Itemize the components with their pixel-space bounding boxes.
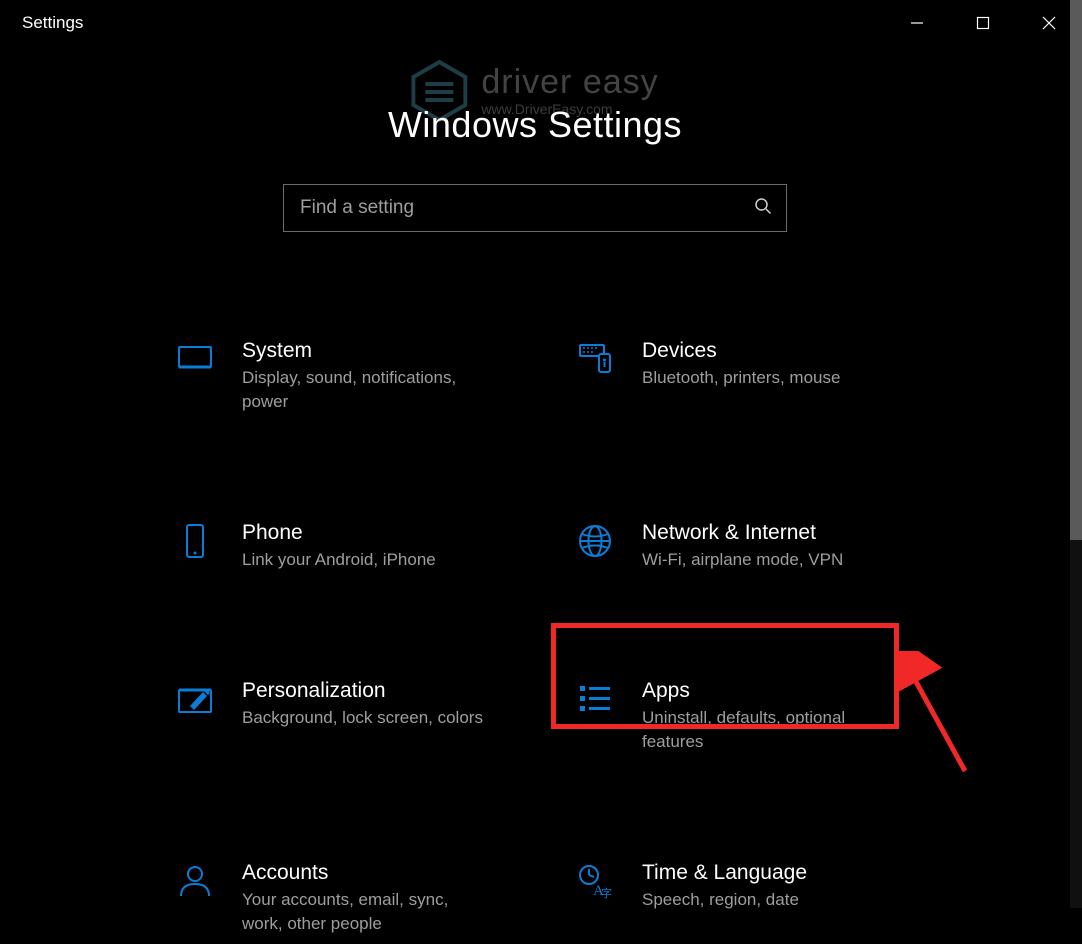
- tile-system[interactable]: System Display, sound, notifications, po…: [168, 330, 528, 422]
- window-title: Settings: [22, 13, 83, 33]
- tile-devices[interactable]: Devices Bluetooth, printers, mouse: [568, 330, 928, 422]
- watermark-text-1: driver easy: [481, 65, 658, 99]
- tile-desc: Background, lock screen, colors: [242, 706, 483, 730]
- tile-desc: Display, sound, notifications, power: [242, 366, 492, 414]
- tile-time-language[interactable]: A 字 Time & Language Speech, region, date: [568, 852, 928, 944]
- page-title: Windows Settings: [0, 104, 1070, 146]
- apps-icon: [576, 680, 614, 754]
- search-icon: [754, 197, 772, 220]
- close-icon: [1042, 16, 1056, 30]
- personalization-icon: [176, 680, 214, 754]
- network-icon: [576, 522, 614, 572]
- settings-grid: System Display, sound, notifications, po…: [168, 330, 928, 944]
- tile-phone[interactable]: Phone Link your Android, iPhone: [168, 512, 528, 580]
- tile-desc: Your accounts, email, sync, work, other …: [242, 888, 492, 936]
- maximize-icon: [976, 16, 990, 30]
- time-language-icon: A 字: [576, 862, 614, 936]
- tile-desc: Link your Android, iPhone: [242, 548, 436, 572]
- tile-desc: Uninstall, defaults, optional features: [642, 706, 892, 754]
- tile-label: Accounts: [242, 860, 492, 886]
- scrollbar-thumb[interactable]: [1070, 0, 1082, 540]
- minimize-button[interactable]: [884, 0, 950, 46]
- tile-label: System: [242, 338, 492, 364]
- content-area: driver easy www.DriverEasy.com Windows S…: [0, 46, 1070, 908]
- tile-network[interactable]: Network & Internet Wi-Fi, airplane mode,…: [568, 512, 928, 580]
- tile-label: Phone: [242, 520, 436, 546]
- vertical-scrollbar[interactable]: [1070, 0, 1082, 908]
- tile-label: Personalization: [242, 678, 483, 704]
- search-box[interactable]: [283, 184, 787, 232]
- tile-personalization[interactable]: Personalization Background, lock screen,…: [168, 670, 528, 762]
- tile-label: Time & Language: [642, 860, 807, 886]
- window-controls: [884, 0, 1082, 46]
- tile-accounts[interactable]: Accounts Your accounts, email, sync, wor…: [168, 852, 528, 944]
- minimize-icon: [910, 16, 924, 30]
- phone-icon: [176, 522, 214, 572]
- tile-desc: Bluetooth, printers, mouse: [642, 366, 840, 390]
- tile-desc: Speech, region, date: [642, 888, 807, 912]
- search-input[interactable]: [298, 196, 754, 220]
- tile-apps[interactable]: Apps Uninstall, defaults, optional featu…: [568, 670, 928, 762]
- titlebar: Settings: [0, 0, 1082, 46]
- devices-icon: [576, 340, 614, 414]
- accounts-icon: [176, 862, 214, 936]
- tile-label: Apps: [642, 678, 892, 704]
- svg-text:字: 字: [601, 886, 612, 900]
- tile-label: Devices: [642, 338, 840, 364]
- maximize-button[interactable]: [950, 0, 1016, 46]
- system-icon: [176, 340, 214, 414]
- tile-desc: Wi-Fi, airplane mode, VPN: [642, 548, 843, 572]
- tile-label: Network & Internet: [642, 520, 843, 546]
